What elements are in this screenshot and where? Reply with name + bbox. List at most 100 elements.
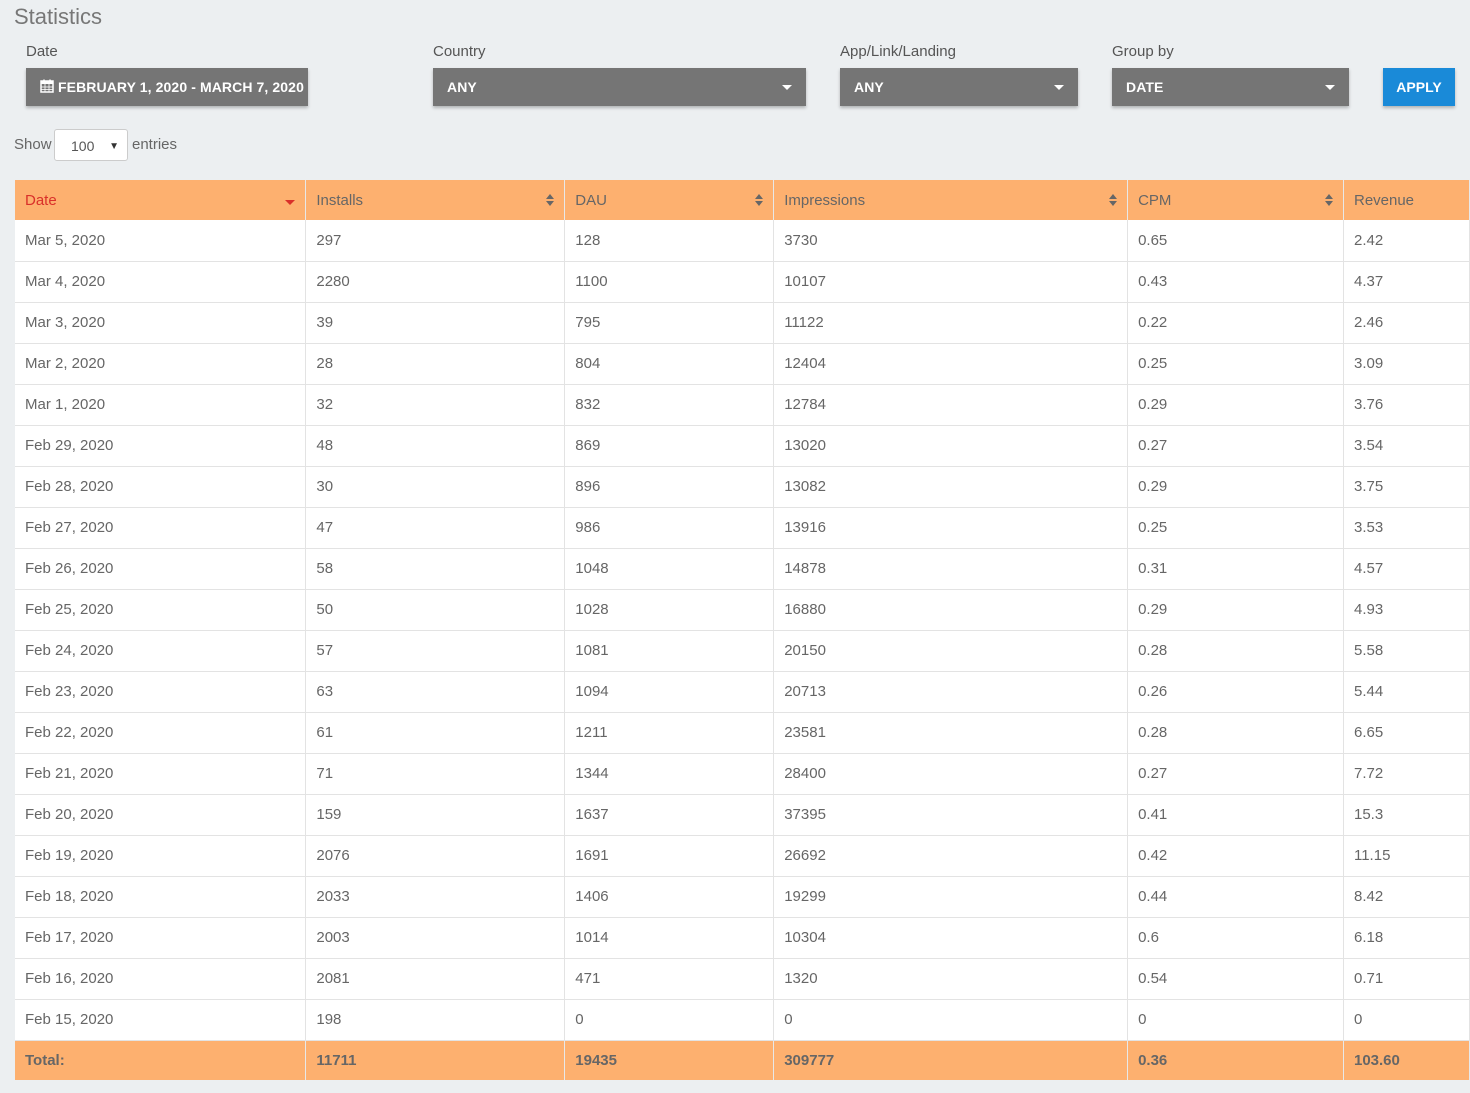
table-cell: Feb 22, 2020 (15, 712, 307, 754)
table-cell: 20150 (773, 630, 1129, 672)
table-cell: 0.28 (1127, 712, 1344, 754)
table-cell: 1100 (564, 261, 775, 303)
table-cell: 2.42 (1343, 220, 1470, 262)
table-cell: 198 (305, 999, 566, 1041)
table-cell: 0.43 (1127, 261, 1344, 303)
sort-desc-icon (285, 200, 296, 205)
table-cell: Feb 15, 2020 (15, 999, 307, 1041)
table-cell: 0.28 (1127, 630, 1344, 672)
country-select[interactable]: ANY (433, 68, 806, 106)
table-cell: Feb 20, 2020 (15, 794, 307, 836)
table-row: Feb 29, 2020 48 869 13020 0.27 3.54 (15, 425, 1470, 467)
table-cell: Mar 3, 2020 (15, 302, 307, 344)
total-cell: 309777 (773, 1040, 1129, 1080)
total-row: Total: 11711 19435 309777 0.36 103.60 (15, 1040, 1470, 1080)
table-cell: Feb 19, 2020 (15, 835, 307, 877)
column-header-installs[interactable]: Installs (305, 180, 566, 220)
table-row: Feb 19, 2020 2076 1691 26692 0.42 11.15 (15, 835, 1470, 877)
total-cell: 11711 (305, 1040, 566, 1080)
table-cell: 7.72 (1343, 753, 1470, 795)
table-cell: Feb 28, 2020 (15, 466, 307, 508)
table-cell: Mar 5, 2020 (15, 220, 307, 262)
table-row: Feb 28, 2020 30 896 13082 0.29 3.75 (15, 466, 1470, 508)
table-cell: 0.31 (1127, 548, 1344, 590)
table-cell: 2003 (305, 917, 566, 959)
table-cell: 869 (564, 425, 775, 467)
table-cell: 20713 (773, 671, 1129, 713)
table-row: Feb 17, 2020 2003 1014 10304 0.6 6.18 (15, 917, 1470, 959)
table-cell: 128 (564, 220, 775, 262)
table-cell: 0.42 (1127, 835, 1344, 877)
date-range-value: FEBRUARY 1, 2020 - MARCH 7, 2020 (58, 79, 304, 95)
table-cell: 32 (305, 384, 566, 426)
column-header-date[interactable]: Date (15, 180, 307, 220)
entries-select[interactable]: 100 ▼ (54, 129, 128, 161)
table-cell: 2.46 (1343, 302, 1470, 344)
table-cell: 297 (305, 220, 566, 262)
table-cell: 1691 (564, 835, 775, 877)
table-row: Feb 27, 2020 47 986 13916 0.25 3.53 (15, 507, 1470, 549)
show-label: Show (14, 136, 52, 153)
column-header-cpm[interactable]: CPM (1127, 180, 1344, 220)
column-header-label: Date (25, 191, 57, 209)
table-cell: 0.54 (1127, 958, 1344, 1000)
column-header-label: Revenue (1353, 191, 1415, 209)
table-cell: 159 (305, 794, 566, 836)
column-header-label: CPM (1138, 191, 1172, 209)
table-cell: 57 (305, 630, 566, 672)
table-cell: Feb 25, 2020 (15, 589, 307, 631)
date-filter-label: Date (26, 43, 58, 60)
column-header-dau[interactable]: DAU (564, 180, 775, 220)
table-cell: 2076 (305, 835, 566, 877)
table-row: Feb 20, 2020 159 1637 37395 0.41 15.3 (15, 794, 1470, 836)
app-link-landing-select[interactable]: ANY (840, 68, 1078, 106)
table-cell: Feb 21, 2020 (15, 753, 307, 795)
table-row: Mar 3, 2020 39 795 11122 0.22 2.46 (15, 302, 1470, 344)
table-cell: 13916 (773, 507, 1129, 549)
table-cell: 11.15 (1343, 835, 1470, 877)
table-cell: 50 (305, 589, 566, 631)
table-row: Feb 23, 2020 63 1094 20713 0.26 5.44 (15, 671, 1470, 713)
table-row: Feb 22, 2020 61 1211 23581 0.28 6.65 (15, 712, 1470, 754)
column-header-label: Impressions (784, 191, 866, 209)
table-cell: 6.65 (1343, 712, 1470, 754)
caret-down-icon: ▼ (109, 141, 119, 152)
table-cell: 0.71 (1343, 958, 1470, 1000)
column-header-revenue[interactable]: Revenue (1343, 180, 1470, 220)
date-range-picker[interactable]: FEBRUARY 1, 2020 - MARCH 7, 2020 (26, 68, 308, 106)
table-cell: 0.27 (1127, 425, 1344, 467)
table-cell: 4.57 (1343, 548, 1470, 590)
table-cell: 13082 (773, 466, 1129, 508)
table-cell: 804 (564, 343, 775, 385)
caret-down-icon (1325, 85, 1335, 90)
table-cell: 71 (305, 753, 566, 795)
table-cell: 3.53 (1343, 507, 1470, 549)
table-cell: Feb 24, 2020 (15, 630, 307, 672)
table-row: Feb 16, 2020 2081 471 1320 0.54 0.71 (15, 958, 1470, 1000)
table-cell: 13020 (773, 425, 1129, 467)
table-cell: 16880 (773, 589, 1129, 631)
table-cell: Feb 17, 2020 (15, 917, 307, 959)
apply-button[interactable]: APPLY (1383, 68, 1455, 106)
sort-icon (755, 194, 764, 206)
table-cell: 1048 (564, 548, 775, 590)
table-cell: 58 (305, 548, 566, 590)
sort-icon (1324, 194, 1333, 206)
table-cell: 896 (564, 466, 775, 508)
caret-down-icon (1054, 85, 1064, 90)
table-cell: Feb 16, 2020 (15, 958, 307, 1000)
table-cell: 1637 (564, 794, 775, 836)
table-cell: Mar 1, 2020 (15, 384, 307, 426)
table-cell: 4.93 (1343, 589, 1470, 631)
column-header-impressions[interactable]: Impressions (773, 180, 1129, 220)
group-by-select[interactable]: DATE (1112, 68, 1349, 106)
table-cell: Mar 4, 2020 (15, 261, 307, 303)
sort-icon (546, 194, 555, 206)
table-cell: 0 (1343, 999, 1470, 1041)
table-header-row: Date Installs DAU Impressions CPM Revenu… (15, 180, 1470, 220)
table-cell: 0.22 (1127, 302, 1344, 344)
table-cell: Mar 2, 2020 (15, 343, 307, 385)
table-cell: 30 (305, 466, 566, 508)
table-cell: 986 (564, 507, 775, 549)
table-cell: 28400 (773, 753, 1129, 795)
